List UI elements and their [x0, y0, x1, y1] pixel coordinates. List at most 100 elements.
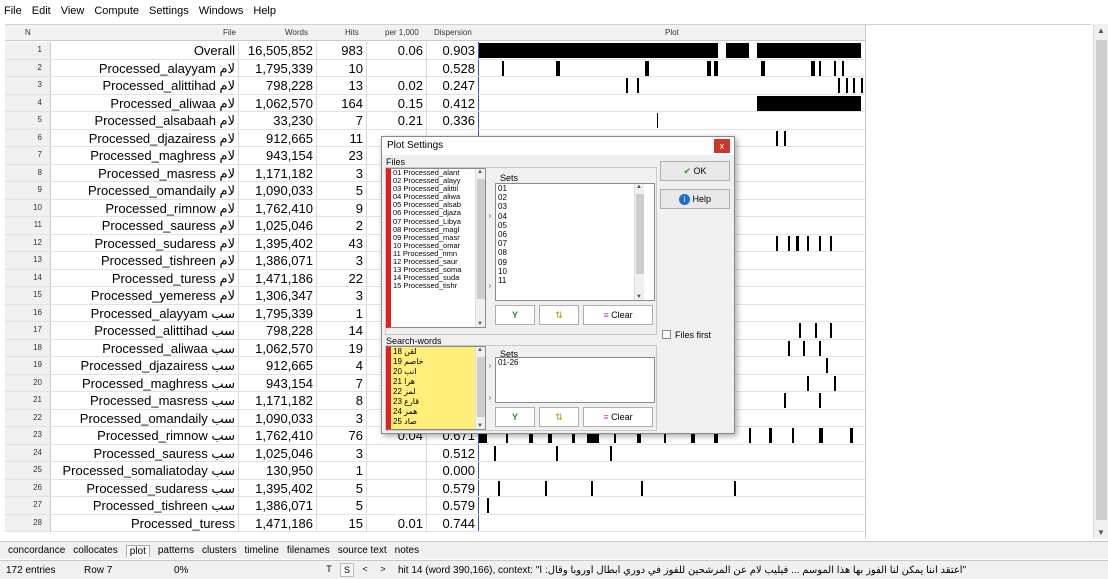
files-first-checkbox[interactable] — [662, 330, 671, 339]
files-scroll-thumb[interactable] — [477, 179, 485, 299]
table-row[interactable]: 5 Processed_alsabaah لام 33,230 7 0.21 0.336 — [5, 112, 865, 130]
tab-source-text[interactable]: source text — [338, 545, 387, 556]
scroll-up-icon[interactable]: ▲ — [636, 184, 642, 190]
row-number: 25 — [5, 462, 51, 479]
s-button[interactable]: S — [340, 563, 354, 577]
header-n[interactable]: N — [25, 28, 31, 37]
hits-cell: 5 — [317, 182, 367, 199]
tab-filenames[interactable]: filenames — [287, 545, 330, 556]
per-1000-cell — [367, 462, 427, 479]
close-button[interactable]: x — [714, 139, 730, 153]
search-word-item[interactable]: 23 قارع — [391, 397, 485, 407]
header-per[interactable]: per 1,000 — [385, 28, 419, 37]
set-list-item[interactable]: 11 — [496, 276, 654, 285]
menu-help[interactable]: Help — [253, 5, 276, 17]
tab-plot[interactable]: plot — [125, 544, 150, 557]
menu-view[interactable]: View — [61, 5, 85, 17]
plot-hit-mark — [714, 60, 719, 76]
clear-button[interactable]: ≡ Clear — [583, 305, 653, 325]
table-row[interactable]: 4 Processed_aliwaa لام 1,062,570 164 0.15 0.4… — [5, 94, 865, 112]
tab-notes[interactable]: notes — [395, 545, 419, 556]
scroll-up-icon[interactable]: ▲ — [477, 347, 483, 353]
help-button[interactable]: i Help — [660, 189, 730, 209]
file-list-item[interactable]: 15 Processed_tishr — [391, 282, 485, 290]
search-scroll-thumb[interactable] — [477, 357, 485, 417]
set-list-item[interactable]: 09 — [496, 258, 654, 267]
tab-collocates[interactable]: collocates — [73, 545, 117, 556]
dispersion-cell: 0.579 — [427, 497, 479, 514]
set-list-item[interactable]: 03 — [496, 202, 654, 211]
scroll-thumb[interactable] — [1096, 40, 1107, 520]
sort-button-2[interactable]: ⇅ — [539, 407, 579, 427]
merge-icon: Y — [511, 412, 518, 422]
table-row[interactable]: 24 Processed_sauress سب 1,025,046 3 0.512 — [5, 444, 865, 462]
table-row[interactable]: 28 Processed_turess 1,471,186 15 0.01 0.744 — [5, 514, 865, 532]
set-list-item[interactable]: 08 — [496, 248, 654, 257]
files-scrollbar[interactable]: ▲ ▼ — [475, 169, 485, 327]
move-left-icon[interactable]: › — [486, 391, 494, 405]
table-row[interactable]: 3 Processed_alittihad لام 798,228 13 0.02 0.2… — [5, 77, 865, 95]
scroll-up-icon[interactable]: ▲ — [1097, 26, 1105, 35]
scroll-up-icon[interactable]: ▲ — [477, 169, 483, 175]
tab-clusters[interactable]: clusters — [202, 545, 236, 556]
set-list-item[interactable]: 06 — [496, 230, 654, 239]
search-scrollbar[interactable]: ▲ ▼ — [475, 347, 485, 429]
header-dispersion[interactable]: Dispersion — [434, 28, 472, 37]
search-word-item[interactable]: 20 انب — [391, 367, 485, 377]
scroll-down-icon[interactable]: ▼ — [477, 423, 483, 429]
menu-windows[interactable]: Windows — [199, 5, 244, 17]
sort-button[interactable]: ⇅ — [539, 305, 579, 325]
search-word-item[interactable]: 24 همز — [391, 407, 485, 417]
move-right-icon[interactable]: › — [486, 359, 494, 373]
ok-button[interactable]: ✔ OK — [660, 161, 730, 181]
files-listbox[interactable]: 01 Processed_alant 02 Processed_alayy 03 P… — [386, 168, 486, 328]
header-plot[interactable]: Plot — [665, 28, 679, 37]
search-set-item[interactable]: 01-26 — [496, 358, 654, 368]
tab-concordance[interactable]: concordance — [8, 545, 65, 556]
scroll-down-icon[interactable]: ▼ — [477, 321, 483, 327]
set-list-item[interactable]: 07 — [496, 239, 654, 248]
menu-edit[interactable]: Edit — [32, 5, 51, 17]
menu-settings[interactable]: Settings — [149, 5, 189, 17]
move-right-icon[interactable]: › — [486, 209, 494, 223]
vertical-scrollbar[interactable]: ▲ ▼ — [1093, 24, 1108, 539]
sets-scroll-thumb[interactable] — [636, 194, 644, 274]
header-file[interactable]: File — [223, 28, 236, 37]
prev-button[interactable]: < — [358, 563, 372, 577]
search-word-item[interactable]: 21 هرا — [391, 377, 485, 387]
table-row[interactable]: 2 Processed_alayyam لام 1,795,339 10 0.528 — [5, 59, 865, 77]
file-cell: Processed_sauress سب — [51, 444, 239, 461]
set-list-item[interactable]: 05 — [496, 221, 654, 230]
search-word-item[interactable]: 22 لمز — [391, 387, 485, 397]
scroll-down-icon[interactable]: ▼ — [636, 294, 642, 300]
search-words-listbox[interactable]: 18 لقن 19 خاصم 20 انب 21 هرا 22 لمز 23 قارع 24… — [386, 346, 486, 430]
menu-file[interactable]: File — [4, 5, 22, 17]
set-list-item[interactable]: 02 — [496, 193, 654, 202]
search-word-item[interactable]: 25 صاد — [391, 417, 485, 427]
tab-timeline[interactable]: timeline — [244, 545, 278, 556]
header-hits[interactable]: Hits — [345, 28, 359, 37]
set-list-item[interactable]: 01 — [496, 184, 654, 193]
table-row[interactable]: 1 Overall 16,505,852 983 0.06 0.903 — [5, 42, 865, 60]
move-left-icon[interactable]: › — [486, 279, 494, 293]
sets-scrollbar[interactable]: ▲ ▼ — [634, 184, 644, 300]
search-word-item[interactable]: 19 خاصم — [391, 357, 485, 367]
tab-patterns[interactable]: patterns — [158, 545, 194, 556]
set-list-item[interactable]: 10 — [496, 267, 654, 276]
sets-listbox[interactable]: 01 02 03 04 05 06 07 08 09 10 11 — [495, 183, 655, 301]
file-cell: Processed_omandaily لام — [51, 182, 239, 199]
merge-button[interactable]: Y — [495, 305, 535, 325]
search-word-item[interactable]: 18 لقن — [391, 347, 485, 357]
table-row[interactable]: 26 Processed_sudaress سب 1,395,402 5 0.579 — [5, 479, 865, 497]
next-button[interactable]: > — [376, 563, 390, 577]
t-button[interactable]: T — [322, 563, 336, 577]
clear-button-2[interactable]: ≡ Clear — [583, 407, 653, 427]
search-sets-listbox[interactable]: 01-26 — [495, 357, 655, 403]
header-words[interactable]: Words — [285, 28, 308, 37]
menu-compute[interactable]: Compute — [94, 5, 139, 17]
set-list-item[interactable]: 04 — [496, 212, 654, 221]
scroll-down-icon[interactable]: ▼ — [1097, 528, 1105, 537]
table-row[interactable]: 25 Processed_somaliatoday سب 130,950 1 0.000 — [5, 462, 865, 480]
table-row[interactable]: 27 Processed_tishreen سب 1,386,071 5 0.579 — [5, 497, 865, 515]
merge-button-2[interactable]: Y — [495, 407, 535, 427]
